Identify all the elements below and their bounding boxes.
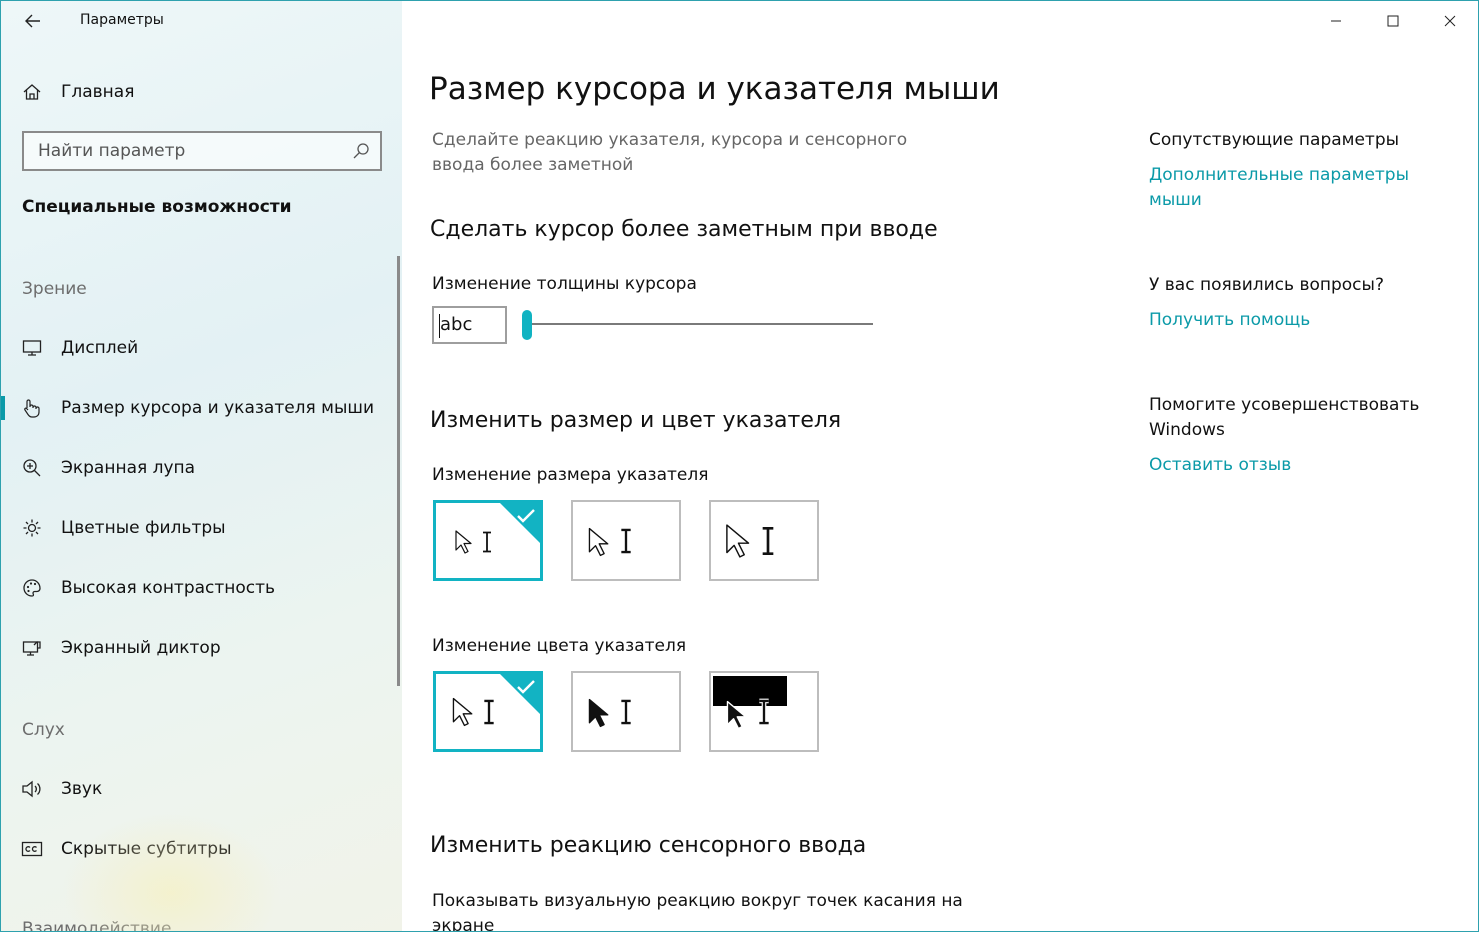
sidebar-item-label: Скрытые субтитры <box>61 839 232 859</box>
sidebar-item-label: Звук <box>61 779 103 799</box>
related-settings-heading: Сопутствующие параметры <box>1149 130 1400 150</box>
get-help-link[interactable]: Получить помощь <box>1149 308 1310 333</box>
sidebar-item-label: Экранная лупа <box>61 458 196 478</box>
text-select-icon <box>484 699 494 725</box>
pointer-color-white[interactable] <box>433 671 543 752</box>
main-content: Размер курсора и указателя мыши Сделайте… <box>402 1 1478 932</box>
arrow-pointer-icon <box>588 698 609 728</box>
section-title-pointer: Изменить размер и цвет указателя <box>430 408 842 433</box>
arrow-pointer-icon <box>726 524 750 558</box>
pointer-size-label: Изменение размера указателя <box>432 465 709 485</box>
sidebar-item-magnifier[interactable]: Экранная лупа <box>1 446 397 490</box>
section-heading: Специальные возможности <box>22 197 292 217</box>
back-arrow-icon <box>25 14 40 28</box>
sidebar-item-label: Дисплей <box>61 338 139 358</box>
search-placeholder: Найти параметр <box>38 141 186 161</box>
cursor-thickness-label: Изменение толщины курсора <box>432 274 697 294</box>
sidebar-item-captions[interactable]: Скрытые субтитры <box>1 827 397 871</box>
sidebar-item-label: Высокая контрастность <box>61 578 276 598</box>
back-button[interactable] <box>19 7 47 35</box>
page-description: Сделайте реакцию указателя, курсора и се… <box>432 130 908 175</box>
text-select-icon <box>483 531 491 553</box>
sidebar-item-color-filters[interactable]: Цветные фильтры <box>1 506 397 550</box>
section-title-touch: Изменить реакцию сенсорного ввода <box>430 833 867 858</box>
arrow-pointer-icon <box>455 530 472 554</box>
pointer-color-label: Изменение цвета указателя <box>432 636 687 656</box>
arrow-pointer-icon <box>588 527 609 557</box>
text-select-icon <box>621 528 631 554</box>
sidebar-item-high-contrast[interactable]: Высокая контрастность <box>1 566 397 610</box>
checkmark-icon <box>517 509 535 523</box>
pointer-hand-icon <box>21 397 43 419</box>
give-feedback-link[interactable]: Оставить отзыв <box>1149 453 1291 478</box>
arrow-pointer-icon <box>452 697 473 727</box>
sidebar-item-cursor-size[interactable]: Размер курсора и указателя мыши <box>1 386 397 430</box>
text-caret <box>439 314 440 338</box>
cursor-thickness-slider-track[interactable] <box>523 323 873 325</box>
narrator-icon <box>21 637 43 659</box>
section-title-cursor: Сделать курсор более заметным при вводе <box>430 217 938 242</box>
magnifier-icon <box>21 457 43 479</box>
sun-icon <box>21 517 43 539</box>
additional-mouse-settings-link[interactable]: Дополнительные параметры мыши <box>1149 163 1419 213</box>
improve-windows-heading: Помогите усовершенствовать Windows <box>1149 395 1420 440</box>
text-select-icon <box>759 698 769 726</box>
touch-feedback-label: Показывать визуальную реакцию вокруг точ… <box>432 891 963 932</box>
text-select-icon <box>621 699 631 725</box>
text-select-icon <box>762 527 774 555</box>
sidebar-item-display[interactable]: Дисплей <box>1 326 397 370</box>
pointer-size-large[interactable] <box>709 500 819 581</box>
preview-text: abc <box>440 314 473 335</box>
palette-icon <box>21 577 43 599</box>
sidebar-item-label: Размер курсора и указателя мыши <box>61 398 375 418</box>
pointer-color-inverted[interactable] <box>709 671 819 752</box>
checkmark-icon <box>517 680 535 694</box>
display-icon <box>21 337 43 359</box>
pointer-size-small[interactable] <box>433 500 543 581</box>
sidebar-item-narrator[interactable]: Экранный диктор <box>1 626 397 670</box>
sidebar-item-home[interactable]: Главная <box>1 70 397 114</box>
search-icon <box>353 143 369 159</box>
app-title: Параметры <box>80 12 164 28</box>
group-label-interaction: Взаимодействие <box>22 919 172 932</box>
pointer-size-medium[interactable] <box>571 500 681 581</box>
sidebar-item-label: Цветные фильтры <box>61 518 226 538</box>
cursor-thickness-preview: abc <box>432 306 507 344</box>
sidebar-scrollbar[interactable] <box>397 256 400 686</box>
group-label-vision: Зрение <box>22 279 87 299</box>
home-icon <box>21 81 43 103</box>
speaker-icon <box>21 778 43 800</box>
group-label-hearing: Слух <box>22 720 65 740</box>
pointer-color-black[interactable] <box>571 671 681 752</box>
settings-window: Параметры Главная Найти параметр Специал… <box>0 0 1479 932</box>
sidebar-item-label: Главная <box>61 82 135 102</box>
sidebar-item-sound[interactable]: Звук <box>1 767 397 811</box>
page-title: Размер курсора и указателя мыши <box>429 71 1000 107</box>
sidebar: Параметры Главная Найти параметр Специал… <box>1 1 402 932</box>
questions-heading: У вас появились вопросы? <box>1149 275 1384 295</box>
search-input[interactable]: Найти параметр <box>22 131 382 171</box>
sidebar-item-label: Экранный диктор <box>61 638 221 658</box>
arrow-pointer-icon <box>726 700 747 730</box>
cursor-thickness-slider-thumb[interactable] <box>522 310 532 340</box>
cc-icon <box>21 838 43 860</box>
